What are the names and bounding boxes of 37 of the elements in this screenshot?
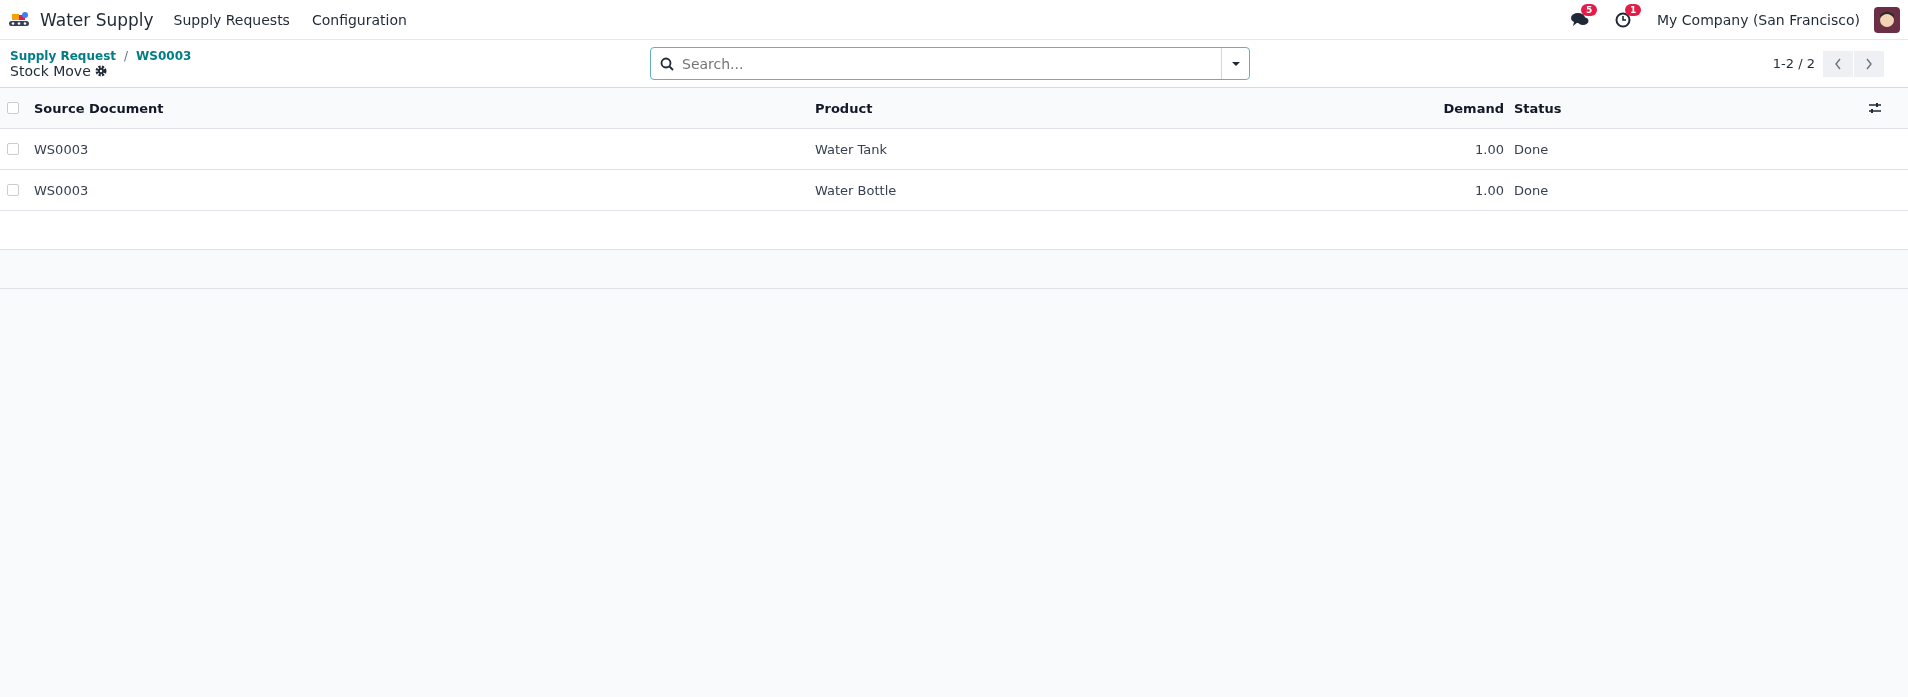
search-bar[interactable]: Search... — [650, 47, 1250, 80]
column-header[interactable]: Product — [815, 100, 1415, 116]
activity-count-badge: 1 — [1625, 3, 1642, 16]
conveyor-icon[interactable] — [8, 10, 30, 29]
company-name[interactable]: My Company (San Francisco) — [1657, 11, 1860, 28]
select-all-checkbox[interactable] — [7, 102, 19, 114]
row-checkbox[interactable] — [7, 143, 19, 155]
table-cell-text: WS0003 — [34, 182, 90, 198]
clock-icon[interactable] — [1615, 11, 1632, 28]
table-cell-text: Water Tank — [815, 141, 889, 157]
sliders-icon[interactable] — [1868, 102, 1882, 114]
chevron-right-icon — [1865, 57, 1873, 70]
column-header[interactable]: Status — [1514, 100, 1868, 116]
table-cell-text: WS0003 — [34, 141, 90, 157]
chat-icon[interactable] — [1571, 11, 1590, 28]
breadcrumb-separator: / — [124, 48, 129, 63]
table-cell-text: Done — [1514, 182, 1550, 198]
column-header[interactable]: Demand — [1415, 100, 1504, 116]
user-avatar[interactable] — [1874, 6, 1900, 33]
caret-icon — [1230, 60, 1241, 67]
table-cell-text: Done — [1514, 141, 1550, 157]
menu-item[interactable]: Configuration — [311, 11, 407, 28]
app-name[interactable]: Water Supply — [40, 9, 154, 30]
gear-icon[interactable] — [94, 64, 107, 77]
row-checkbox[interactable] — [7, 184, 19, 196]
message-count-badge: 5 — [1581, 3, 1598, 16]
menu-item[interactable]: Supply Requests — [173, 11, 290, 28]
chevron-left-icon — [1834, 57, 1842, 70]
table-cell-text: 1.00 — [1474, 182, 1504, 198]
pager-value[interactable]: 1-2 / 2 — [1772, 56, 1815, 71]
column-header[interactable]: Source Document — [34, 100, 815, 116]
breadcrumb-link[interactable]: WS0003 — [136, 48, 192, 63]
breadcrumb-link[interactable]: Supply Request — [10, 48, 116, 63]
search-icon — [660, 56, 674, 71]
table-cell-text: Water Bottle — [815, 182, 898, 198]
page-title: Stock Move — [10, 62, 91, 79]
table-cell-text: 1.00 — [1474, 141, 1504, 157]
